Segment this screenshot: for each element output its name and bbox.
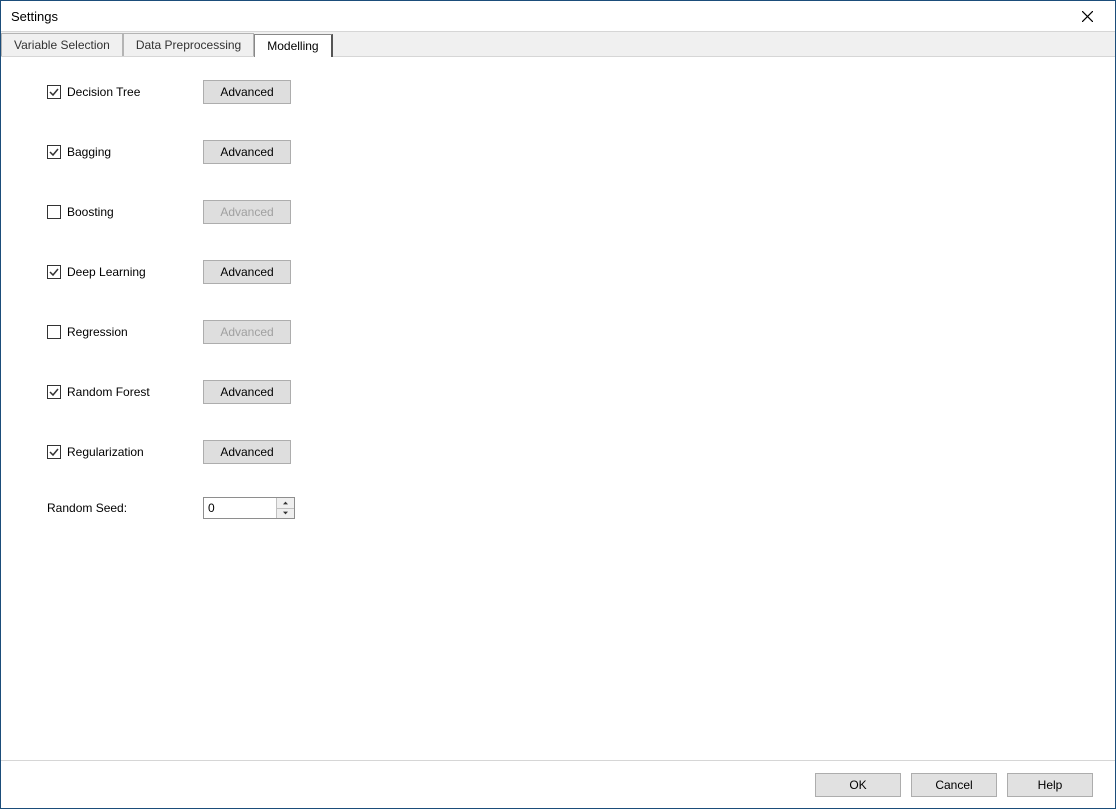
tabstrip: Variable Selection Data Preprocessing Mo… xyxy=(1,31,1115,57)
check-icon xyxy=(49,267,59,277)
label-deep-learning[interactable]: Deep Learning xyxy=(67,265,146,279)
window-title: Settings xyxy=(11,9,1067,24)
label-boosting[interactable]: Boosting xyxy=(67,205,114,219)
close-icon xyxy=(1082,11,1093,22)
random-seed-label: Random Seed: xyxy=(47,501,203,515)
random-seed-row: Random Seed: xyxy=(47,497,1103,519)
tab-content: Decision Tree Advanced Bagging Advanced … xyxy=(1,57,1115,760)
cancel-button[interactable]: Cancel xyxy=(911,773,997,797)
tab-modelling[interactable]: Modelling xyxy=(254,34,332,57)
check-icon xyxy=(49,447,59,457)
model-row-random-forest: Random Forest Advanced xyxy=(47,377,1103,407)
checkbox-regularization[interactable] xyxy=(47,445,61,459)
advanced-button-bagging[interactable]: Advanced xyxy=(203,140,291,164)
tab-data-preprocessing[interactable]: Data Preprocessing xyxy=(123,33,254,56)
random-seed-input[interactable] xyxy=(204,498,276,518)
tab-variable-selection[interactable]: Variable Selection xyxy=(1,33,123,56)
label-decision-tree[interactable]: Decision Tree xyxy=(67,85,140,99)
check-icon xyxy=(49,387,59,397)
check-icon xyxy=(49,147,59,157)
dialog-footer: OK Cancel Help xyxy=(1,760,1115,808)
ok-button[interactable]: OK xyxy=(815,773,901,797)
check-icon xyxy=(49,87,59,97)
checkbox-boosting[interactable] xyxy=(47,205,61,219)
checkbox-bagging[interactable] xyxy=(47,145,61,159)
advanced-button-regression: Advanced xyxy=(203,320,291,344)
random-seed-spinner xyxy=(203,497,295,519)
checkbox-random-forest[interactable] xyxy=(47,385,61,399)
model-row-regularization: Regularization Advanced xyxy=(47,437,1103,467)
label-regularization[interactable]: Regularization xyxy=(67,445,144,459)
settings-window: Settings Variable Selection Data Preproc… xyxy=(0,0,1116,809)
checkbox-regression[interactable] xyxy=(47,325,61,339)
close-button[interactable] xyxy=(1067,2,1107,30)
model-row-decision-tree: Decision Tree Advanced xyxy=(47,77,1103,107)
checkbox-decision-tree[interactable] xyxy=(47,85,61,99)
chevron-down-icon xyxy=(283,511,288,515)
label-bagging[interactable]: Bagging xyxy=(67,145,111,159)
label-random-forest[interactable]: Random Forest xyxy=(67,385,150,399)
help-button[interactable]: Help xyxy=(1007,773,1093,797)
spin-down-button[interactable] xyxy=(277,508,294,519)
checkbox-deep-learning[interactable] xyxy=(47,265,61,279)
titlebar: Settings xyxy=(1,1,1115,31)
advanced-button-deep-learning[interactable]: Advanced xyxy=(203,260,291,284)
advanced-button-regularization[interactable]: Advanced xyxy=(203,440,291,464)
advanced-button-boosting: Advanced xyxy=(203,200,291,224)
model-row-deep-learning: Deep Learning Advanced xyxy=(47,257,1103,287)
model-row-bagging: Bagging Advanced xyxy=(47,137,1103,167)
chevron-up-icon xyxy=(283,501,288,505)
model-row-regression: Regression Advanced xyxy=(47,317,1103,347)
model-row-boosting: Boosting Advanced xyxy=(47,197,1103,227)
label-regression[interactable]: Regression xyxy=(67,325,128,339)
advanced-button-random-forest[interactable]: Advanced xyxy=(203,380,291,404)
advanced-button-decision-tree[interactable]: Advanced xyxy=(203,80,291,104)
spin-up-button[interactable] xyxy=(277,498,294,508)
